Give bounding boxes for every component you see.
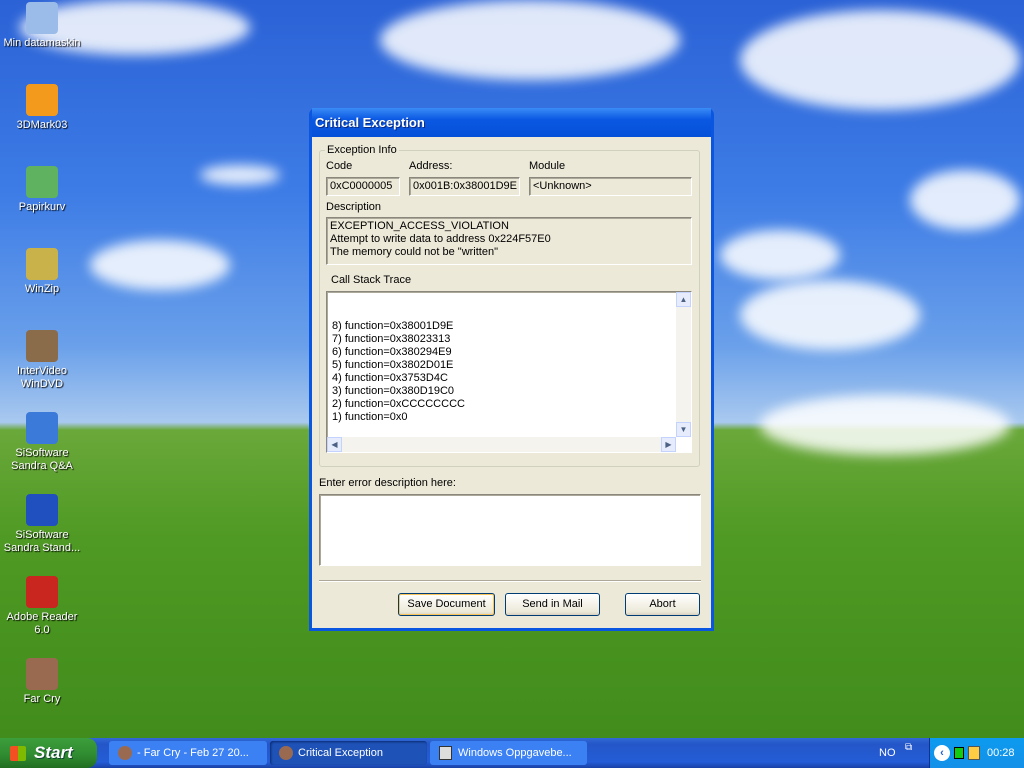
scroll-left-icon[interactable]: ◀ xyxy=(327,437,342,452)
task-label: Windows Oppgavebe... xyxy=(458,747,572,759)
tray-notes-icon[interactable] xyxy=(968,746,980,760)
description-field[interactable]: EXCEPTION_ACCESS_VIOLATION Attempt to wr… xyxy=(326,217,692,265)
desktop-icon-label: Far Cry xyxy=(23,693,61,705)
abort-button[interactable]: Abort xyxy=(625,593,700,616)
desktop-icon-label: InterVideo WinDVD xyxy=(17,365,67,390)
windvd-icon xyxy=(26,330,58,362)
task-label: - Far Cry - Feb 27 20... xyxy=(137,747,249,759)
desktop-icon[interactable]: SiSoftware Sandra Stand... xyxy=(0,494,84,555)
desktop-icon[interactable]: SiSoftware Sandra Q&A xyxy=(0,412,84,473)
horizontal-scrollbar[interactable]: ◀ ▶ xyxy=(327,437,676,452)
scroll-up-icon[interactable]: ▲ xyxy=(676,292,691,307)
task-windows-oppgavebehandling[interactable]: Windows Oppgavebe... xyxy=(430,741,587,765)
show-hidden-icons-chevron-icon[interactable]: ‹ xyxy=(934,745,950,761)
sandra-info-icon xyxy=(26,494,58,526)
tray-app-icon[interactable] xyxy=(954,747,964,759)
code-label: Code xyxy=(326,160,353,172)
send-in-mail-button[interactable]: Send in Mail xyxy=(505,593,600,616)
start-label: Start xyxy=(34,743,73,762)
taskbar: Start - Far Cry - Feb 27 20... Critical … xyxy=(0,738,1024,768)
desktop-icon-label: Min datamaskin xyxy=(3,37,81,49)
error-description-input[interactable] xyxy=(319,494,701,566)
desktop-icon-label: 3DMark03 xyxy=(16,119,68,131)
language-options-icon[interactable]: ⧉ xyxy=(905,742,912,753)
computer-icon xyxy=(26,2,58,34)
callstack-text: 8) function=0x38001D9E 7) function=0x380… xyxy=(332,320,465,423)
exception-info-label: Exception Info xyxy=(325,144,399,156)
desktop-icon[interactable]: Papirkurv xyxy=(0,166,84,214)
description-label: Description xyxy=(326,201,382,213)
desktop-icon[interactable]: 3DMark03 xyxy=(0,84,84,132)
code-field[interactable]: 0xC0000005 xyxy=(326,177,400,196)
callstack-label: Call Stack Trace xyxy=(331,274,412,286)
scroll-right-icon[interactable]: ▶ xyxy=(661,437,676,452)
module-field[interactable]: <Unknown> xyxy=(529,177,692,196)
module-label: Module xyxy=(529,160,566,172)
start-button[interactable]: Start xyxy=(0,738,97,768)
callstack-listbox[interactable]: 8) function=0x38001D9E 7) function=0x380… xyxy=(326,291,692,453)
3dmark-icon xyxy=(26,84,58,116)
error-description-label: Enter error description here: xyxy=(319,477,456,489)
address-field[interactable]: 0x001B:0x38001D9E xyxy=(409,177,520,196)
desktop-icon-label: Papirkurv xyxy=(18,201,66,213)
adobe-reader-icon xyxy=(26,576,58,608)
desktop-icon[interactable]: Min datamaskin xyxy=(0,2,84,50)
desktop-icon[interactable]: Adobe Reader 6.0 xyxy=(0,576,84,637)
language-indicator[interactable]: NO xyxy=(879,738,896,768)
task-label: Critical Exception xyxy=(298,747,383,759)
system-tray: ‹ 00:28 xyxy=(929,738,1024,768)
internet-explorer-icon xyxy=(26,412,58,444)
desktop-icon[interactable]: WinZip xyxy=(0,248,84,296)
vertical-scrollbar[interactable]: ▲ ▼ xyxy=(676,292,691,437)
windows-logo-icon xyxy=(10,746,26,761)
separator xyxy=(319,580,701,582)
desktop-icon-label: WinZip xyxy=(24,283,60,295)
save-document-button[interactable]: Save Document xyxy=(398,593,495,616)
desktop-icon-label: SiSoftware Sandra Q&A xyxy=(11,447,73,472)
far-cry-icon xyxy=(26,658,58,690)
desktop-icon[interactable]: InterVideo WinDVD xyxy=(0,330,84,391)
desktop-icon-label: Adobe Reader 6.0 xyxy=(6,611,78,636)
critical-exception-dialog: Critical Exception Exception Info Code A… xyxy=(309,108,714,631)
clock[interactable]: 00:28 xyxy=(987,738,1015,768)
task-critical-exception[interactable]: Critical Exception xyxy=(270,741,427,765)
far-cry-icon xyxy=(279,746,293,760)
task-far-cry[interactable]: - Far Cry - Feb 27 20... xyxy=(109,741,267,765)
winzip-icon xyxy=(26,248,58,280)
desktop-icon[interactable]: Far Cry xyxy=(0,658,84,706)
recycle-bin-icon xyxy=(26,166,58,198)
dialog-title[interactable]: Critical Exception xyxy=(312,108,711,137)
far-cry-icon xyxy=(118,746,132,760)
task-manager-icon xyxy=(439,746,452,760)
scroll-down-icon[interactable]: ▼ xyxy=(676,422,691,437)
address-label: Address: xyxy=(409,160,453,172)
desktop-icon-label: SiSoftware Sandra Stand... xyxy=(3,529,81,554)
